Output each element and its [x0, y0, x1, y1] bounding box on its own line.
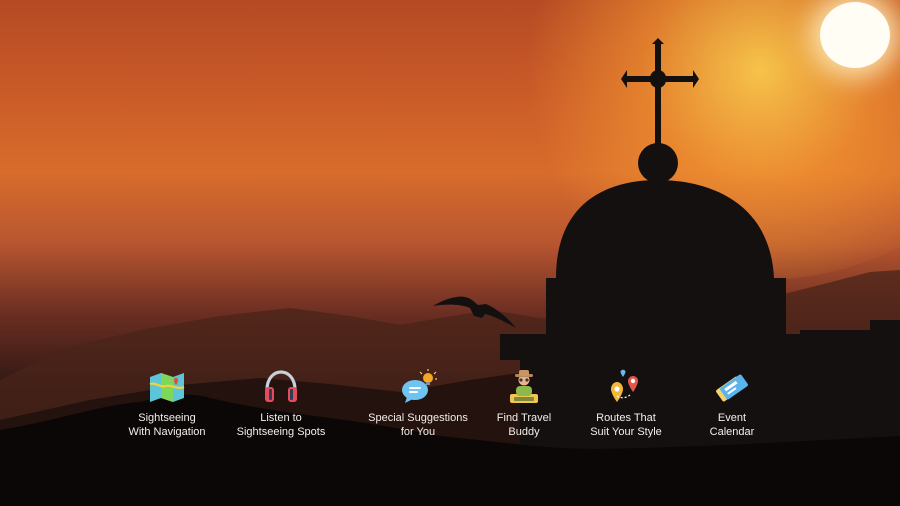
feature-label: Event Calendar	[709, 412, 755, 438]
feature-event-calendar[interactable]: Event Calendar	[662, 368, 802, 439]
route-pins-icon	[611, 369, 638, 402]
feature-listen-spots[interactable]: Listen to Sightseeing Spots	[211, 368, 351, 439]
traveler-icon	[510, 370, 538, 403]
tickets-icon	[716, 374, 748, 402]
feature-list: Sightseeing With Navigation Listen to Si…	[0, 368, 900, 448]
headphones-icon	[265, 370, 297, 402]
chat-bubble-icon	[402, 369, 437, 403]
map-icon	[149, 373, 185, 402]
hero-banner: Sightseeing With Navigation Listen to Si…	[0, 0, 900, 506]
feature-label: Listen to Sightseeing Spots	[236, 412, 326, 438]
